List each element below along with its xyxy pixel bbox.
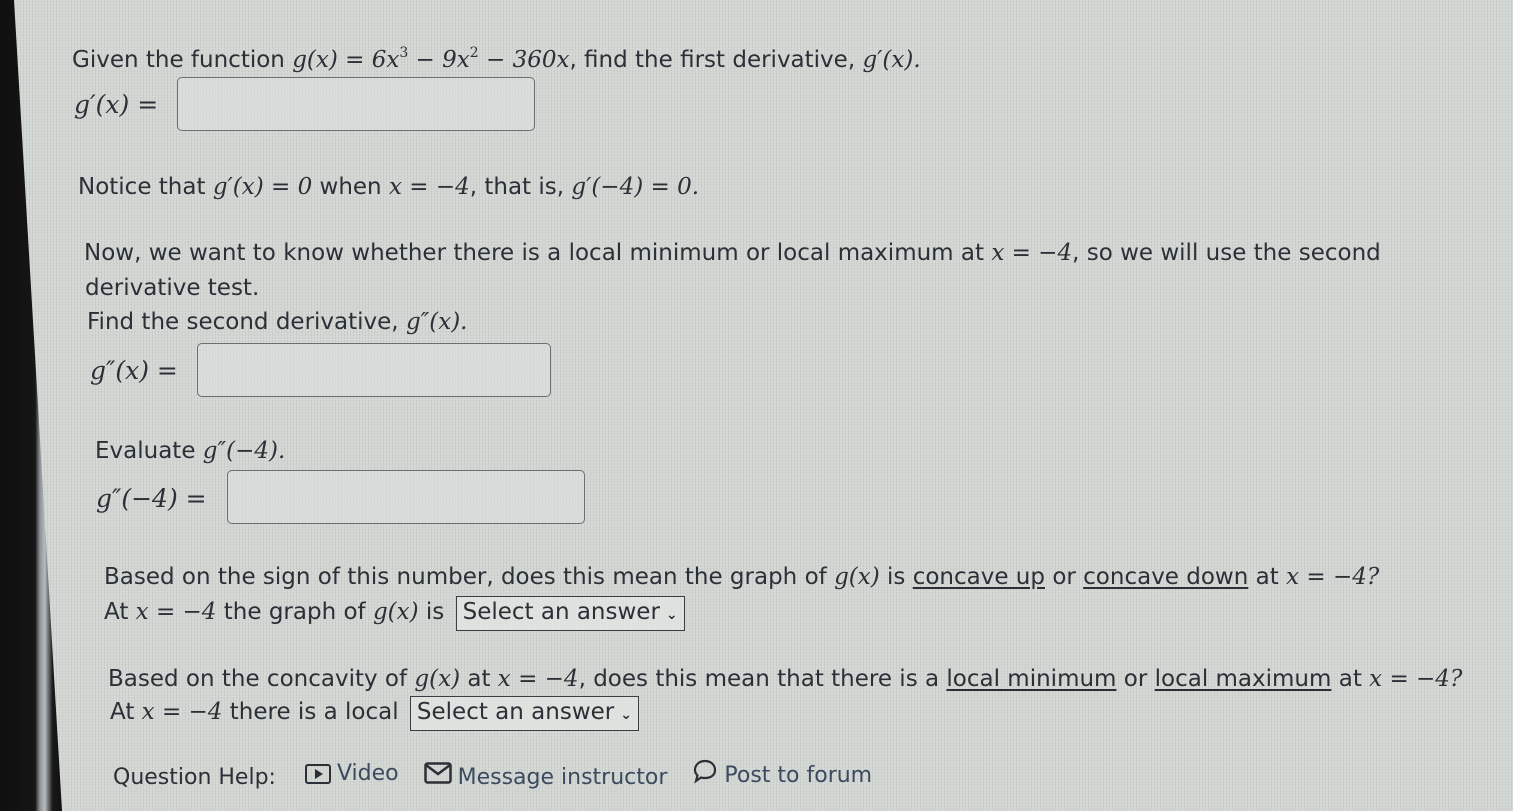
local-maximum-option-text: local maximum xyxy=(1154,666,1332,692)
concavity-question: Based on the sign of this number, does t… xyxy=(104,564,1380,590)
concave-up-option-text: concave up xyxy=(912,564,1045,590)
q3-answer-label: g″(−4) = xyxy=(96,484,207,513)
second-derivative-intro: Now, we want to know whether there is a … xyxy=(84,240,1381,266)
second-derivative-intro-line2: derivative test. xyxy=(85,275,260,301)
q2-answer-label: g″(x) = xyxy=(90,356,178,385)
video-link[interactable]: Video xyxy=(304,759,399,789)
second-derivative-value-input[interactable] xyxy=(227,470,585,524)
concavity-answer-row: At x = −4 the graph of g(x) is Select an… xyxy=(104,596,685,631)
concave-down-option-text: concave down xyxy=(1083,564,1249,590)
envelope-icon xyxy=(423,762,452,793)
find-second-derivative-prompt: Find the second derivative, g″(x). xyxy=(87,309,468,335)
concavity-select[interactable]: Select an answer ⌄ xyxy=(455,596,685,631)
speech-bubble-icon xyxy=(692,758,718,793)
extremum-select[interactable]: Select an answer ⌄ xyxy=(409,696,639,731)
chevron-down-icon: ⌄ xyxy=(665,607,678,623)
notice-text: Notice that g′(x) = 0 when x = −4, that … xyxy=(78,174,700,200)
chevron-down-icon: ⌄ xyxy=(620,707,632,723)
evaluate-prompt: Evaluate g″(−4). xyxy=(95,438,286,464)
local-minimum-option-text: local minimum xyxy=(946,666,1117,692)
q1-answer-label: g′(x) = xyxy=(74,90,159,119)
second-derivative-input[interactable] xyxy=(197,343,551,397)
extremum-answer-row: At x = −4 there is a local Select an ans… xyxy=(110,696,639,731)
first-derivative-input[interactable] xyxy=(177,77,535,131)
message-instructor-link[interactable]: Message instructor xyxy=(423,762,667,793)
post-to-forum-link[interactable]: Post to forum xyxy=(692,758,872,793)
extremum-question: Based on the concavity of g(x) at x = −4… xyxy=(108,666,1463,692)
video-icon xyxy=(304,764,331,784)
q1-prompt: Given the function g(x) = 6x3 − 9x2 − 36… xyxy=(72,45,921,73)
question-help: Question Help: Video Message instructor … xyxy=(113,758,890,793)
